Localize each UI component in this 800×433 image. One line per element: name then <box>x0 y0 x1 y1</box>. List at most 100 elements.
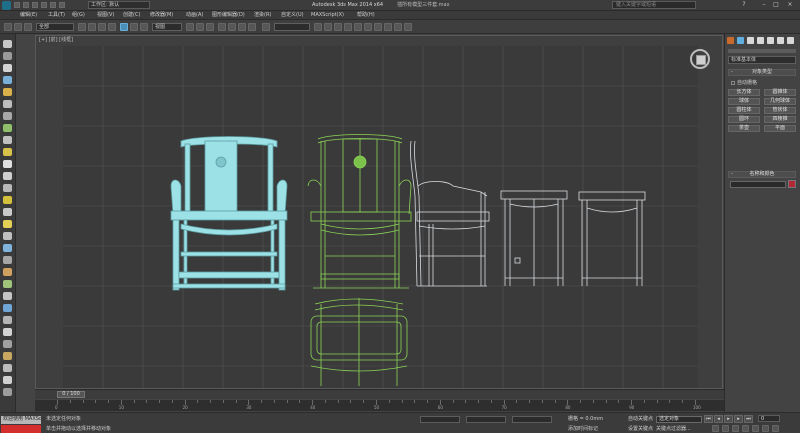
tool-4-icon[interactable] <box>3 76 12 84</box>
wire-armchair-side[interactable] <box>410 140 490 287</box>
teapot-button[interactable]: 茶壶 <box>728 125 760 132</box>
named-selection-set-dropdown[interactable] <box>274 23 310 31</box>
keyboard-shortcut-icon[interactable] <box>206 23 214 31</box>
menu-rendering[interactable]: 渲染(R) <box>254 12 271 19</box>
tube-button[interactable]: 管状体 <box>764 107 796 114</box>
time-slider[interactable]: 0 / 100 <box>57 391 85 398</box>
object-type-rollout[interactable]: - 对象类型 <box>728 69 796 76</box>
go-to-start-icon[interactable]: ⏮ <box>704 415 713 423</box>
next-frame-icon[interactable]: ▸ <box>734 415 743 423</box>
tool-11-icon[interactable] <box>3 160 12 168</box>
category-icon-row[interactable] <box>728 49 796 53</box>
undo-icon[interactable] <box>41 2 47 8</box>
z-coordinate-field[interactable] <box>512 416 552 423</box>
plane-button[interactable]: 平面 <box>764 125 796 132</box>
maximize-icon[interactable]: □ <box>772 1 780 9</box>
tool-13-icon[interactable] <box>3 184 12 192</box>
menu-graph-editors[interactable]: 图形编辑器(D) <box>212 12 245 19</box>
modify-tab-icon[interactable] <box>737 37 744 44</box>
viewport-canvas[interactable] <box>63 46 698 388</box>
render-setup-icon[interactable] <box>384 23 392 31</box>
menu-modifiers[interactable]: 修改器(M) <box>150 12 173 19</box>
box-button[interactable]: 长方体 <box>728 89 760 96</box>
select-and-scale-icon[interactable] <box>140 23 148 31</box>
tool-28-icon[interactable] <box>3 364 12 372</box>
tool-15-icon[interactable] <box>3 208 12 216</box>
menu-customize[interactable]: 自定义(U) <box>281 12 304 19</box>
select-by-name-icon[interactable] <box>88 23 96 31</box>
tool-19-icon[interactable] <box>3 256 12 264</box>
snaps-toggle-icon[interactable] <box>218 23 226 31</box>
close-icon[interactable]: × <box>786 1 794 9</box>
tool-10-icon[interactable] <box>3 148 12 156</box>
search-input[interactable]: 键入关键字或短语 <box>612 1 696 9</box>
play-icon[interactable]: ▸ <box>724 415 733 423</box>
name-color-rollout[interactable]: - 名称和颜色 <box>728 171 796 178</box>
schematic-view-icon[interactable] <box>364 23 372 31</box>
menu-help[interactable]: 帮助(H) <box>357 12 375 19</box>
open-file-icon[interactable] <box>23 2 29 8</box>
menu-views[interactable]: 视图(V) <box>97 12 114 19</box>
hierarchy-tab-icon[interactable] <box>747 37 754 44</box>
tool-21-icon[interactable] <box>3 280 12 288</box>
menu-tools[interactable]: 工具(T) <box>48 12 65 19</box>
redo-icon[interactable] <box>50 2 56 8</box>
cone-button[interactable]: 圆锥体 <box>764 89 796 96</box>
save-file-icon[interactable] <box>32 2 38 8</box>
go-to-end-icon[interactable]: ⏭ <box>744 415 753 423</box>
front-viewport[interactable]: [+] [前] [线框] <box>35 35 723 389</box>
menu-create[interactable]: 创建(C) <box>123 12 140 19</box>
tool-14-icon[interactable] <box>3 196 12 204</box>
curve-editor-icon[interactable] <box>354 23 362 31</box>
zoom-all-icon[interactable] <box>722 425 729 432</box>
pan-view-icon[interactable] <box>752 425 759 432</box>
tool-17-icon[interactable] <box>3 232 12 240</box>
tool-20-icon[interactable] <box>3 268 12 276</box>
window-crossing-icon[interactable] <box>108 23 116 31</box>
select-and-rotate-icon[interactable] <box>130 23 138 31</box>
pyramid-button[interactable]: 四棱锥 <box>764 116 796 123</box>
tool-2-icon[interactable] <box>3 52 12 60</box>
select-and-move-icon[interactable] <box>120 23 128 31</box>
tool-23-icon[interactable] <box>3 304 12 312</box>
maximize-viewport-icon[interactable] <box>772 425 779 432</box>
x-coordinate-field[interactable] <box>420 416 460 423</box>
rendered-frame-icon[interactable] <box>394 23 402 31</box>
new-file-icon[interactable] <box>14 2 20 8</box>
primitive-category-dropdown[interactable]: 标准基本体 <box>728 56 796 64</box>
render-production-icon[interactable] <box>404 23 412 31</box>
tool-27-icon[interactable] <box>3 352 12 360</box>
wire-chair-top[interactable] <box>310 298 408 386</box>
tool-3-icon[interactable] <box>3 64 12 72</box>
project-folder-icon[interactable] <box>59 2 65 8</box>
wire-stool-side[interactable] <box>500 190 568 286</box>
menu-group[interactable]: 组(G) <box>72 12 85 19</box>
selection-filter-dropdown[interactable]: 全部 <box>36 23 74 31</box>
tool-26-icon[interactable] <box>3 340 12 348</box>
ribbon-toggle-icon[interactable] <box>344 23 352 31</box>
minimize-icon[interactable]: – <box>760 1 768 9</box>
app-logo-icon[interactable] <box>2 1 11 10</box>
cylinder-button[interactable]: 圆柱体 <box>728 107 760 114</box>
maxscript-mini-listener[interactable] <box>1 425 41 433</box>
create-tab-icon[interactable] <box>727 37 734 44</box>
tool-18-icon[interactable] <box>3 244 12 252</box>
display-tab-icon[interactable] <box>767 37 774 44</box>
percent-snap-icon[interactable] <box>238 23 246 31</box>
auto-key-button[interactable]: 自动关键点 <box>628 416 653 422</box>
spinner-snap-icon[interactable] <box>248 23 256 31</box>
tool-16-icon[interactable] <box>3 220 12 228</box>
zoom-extents-icon[interactable] <box>732 425 739 432</box>
menu-animation[interactable]: 动画(A) <box>186 12 203 19</box>
sphere-button[interactable]: 球体 <box>728 98 760 105</box>
tool-6-icon[interactable] <box>3 100 12 108</box>
tool-1-icon[interactable] <box>3 40 12 48</box>
viewport-label[interactable]: [+] [前] [线框] <box>39 37 73 44</box>
current-frame-field[interactable]: 0 <box>758 415 780 422</box>
object-name-field[interactable] <box>730 181 786 188</box>
key-filter-dropdown[interactable]: 选定对象 <box>656 416 702 423</box>
select-link-icon[interactable] <box>4 23 12 31</box>
workspace-dropdown[interactable]: 工作区: 默认 <box>88 1 150 9</box>
align-icon[interactable] <box>324 23 332 31</box>
y-coordinate-field[interactable] <box>466 416 506 423</box>
